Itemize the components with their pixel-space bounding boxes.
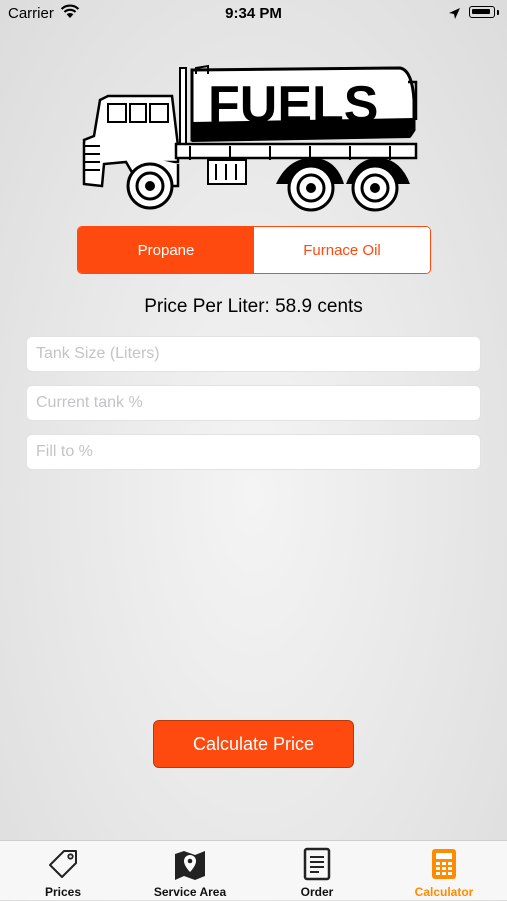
calculator-icon — [432, 849, 456, 879]
battery-tip — [497, 10, 499, 15]
fuel-truck-logo: FUELS INC — [82, 64, 418, 212]
location-arrow-icon — [449, 8, 460, 19]
document-icon — [303, 847, 331, 881]
propane-segment[interactable]: Propane — [78, 227, 254, 273]
fill-to-input[interactable] — [26, 434, 481, 470]
clock: 9:34 PM — [225, 5, 282, 22]
logo-text: FUELS — [208, 76, 378, 134]
tab-prices[interactable]: Prices — [0, 841, 126, 901]
logo-sub: INC — [361, 132, 374, 140]
tab-service-area[interactable]: Service Area — [127, 841, 253, 901]
status-bar: Carrier 9:34 PM — [0, 0, 507, 28]
map-icon — [175, 851, 205, 880]
tab-label: Calculator — [414, 885, 474, 899]
tab-bar: Prices Service Area Order Calculator — [0, 840, 507, 900]
wheel — [126, 162, 174, 210]
tank-size-input[interactable] — [26, 336, 481, 372]
wheel — [287, 164, 335, 212]
price-per-liter: Price Per Liter: 58.9 cents — [144, 296, 363, 317]
current-tank-input[interactable] — [26, 385, 481, 421]
furnace-oil-segment[interactable]: Furnace Oil — [254, 227, 430, 273]
tab-label: Order — [300, 885, 334, 899]
tab-label: Prices — [44, 885, 82, 899]
tag-icon — [49, 850, 77, 878]
tab-calculator[interactable]: Calculator — [381, 841, 507, 901]
calculate-price-button[interactable]: Calculate Price — [153, 720, 354, 768]
battery-icon — [469, 6, 495, 18]
tab-label: Service Area — [153, 885, 227, 899]
tab-order[interactable]: Order — [254, 841, 380, 901]
fuel-type-selector: Propane Furnace Oil — [77, 226, 431, 274]
wheel — [351, 164, 399, 212]
